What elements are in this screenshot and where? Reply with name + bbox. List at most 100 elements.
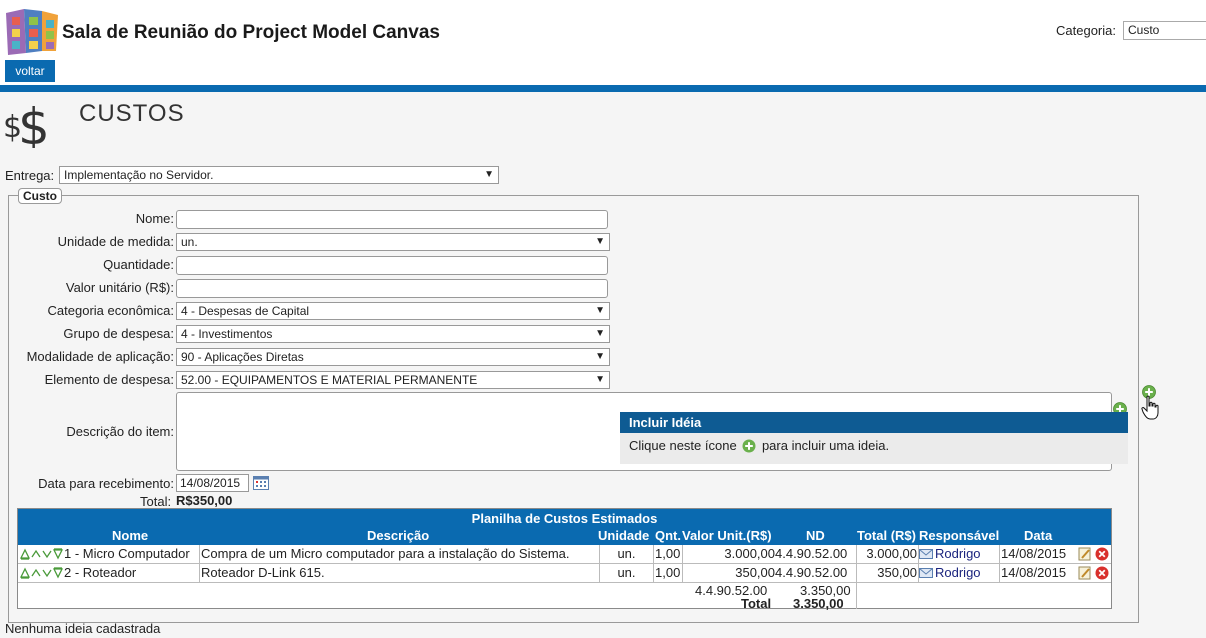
table-title: Planilha de Custos Estimados <box>471 511 658 526</box>
no-ideas-message: Nenhuma ideia cadastrada <box>5 621 161 636</box>
col-total: Total (R$) <box>857 528 916 543</box>
table-header: Planilha de Custos Estimados Nome Descri… <box>18 509 1111 545</box>
row-data: 14/08/2015 <box>1001 565 1067 580</box>
unidade-label: Unidade de medida: <box>57 234 174 249</box>
col-nd: ND <box>806 528 825 543</box>
row-nome: 1 - Micro Computador <box>64 546 190 561</box>
nome-label: Nome: <box>135 211 174 226</box>
row-responsavel[interactable]: Rodrigo <box>919 546 999 561</box>
modalidade-select[interactable]: 90 - Aplicações Diretas ▼ <box>176 348 610 366</box>
categoria-input[interactable]: Custo <box>1123 21 1206 40</box>
edit-icon[interactable] <box>1078 566 1092 580</box>
row-unidade: un. <box>617 546 636 561</box>
row-nome: 2 - Roteador <box>64 565 137 580</box>
col-descricao: Descrição <box>367 528 430 543</box>
tooltip-text-after: para incluir uma ideia. <box>761 438 890 453</box>
row-unidade: un. <box>617 565 636 580</box>
col-qnt: Qnt. <box>655 528 681 543</box>
cell-divider <box>999 564 1000 583</box>
delete-icon[interactable] <box>1095 547 1109 561</box>
dropdown-arrow-icon: ▼ <box>595 328 605 339</box>
responsavel-name: Rodrigo <box>935 546 981 561</box>
row-data: 14/08/2015 <box>1001 546 1067 561</box>
dropdown-arrow-icon: ▼ <box>595 374 605 385</box>
grupo-despesa-value: 4 - Investimentos <box>181 327 273 341</box>
delete-icon[interactable] <box>1095 566 1109 580</box>
dropdown-arrow-icon: ▼ <box>484 169 494 180</box>
plus-icon <box>742 439 756 453</box>
row-descricao: Roteador D-Link 615. <box>201 565 325 580</box>
mail-icon <box>919 549 933 559</box>
entrega-select-value: Implementação no Servidor. <box>64 168 214 182</box>
calendar-icon[interactable] <box>253 476 269 490</box>
elemento-despesa-select[interactable]: 52.00 - EQUIPAMENTOS E MATERIAL PERMANEN… <box>176 371 610 389</box>
cell-divider <box>199 545 200 564</box>
move-row-icons[interactable] <box>20 567 64 579</box>
categoria-label: Categoria: <box>1056 23 1116 38</box>
valor-unitario-input[interactable] <box>176 279 608 298</box>
elemento-despesa-label: Elemento de despesa: <box>44 372 174 387</box>
quantidade-label: Quantidade: <box>103 257 174 272</box>
col-unidade: Unidade <box>598 528 650 543</box>
cell-divider <box>999 545 1000 564</box>
col-responsavel: Responsável <box>919 528 1000 543</box>
summary-total-value: 3.350,00 <box>793 596 844 611</box>
cell-divider <box>653 564 654 583</box>
tooltip-body: Clique neste ícone para incluir uma idei… <box>629 438 889 453</box>
dropdown-arrow-icon: ▼ <box>595 305 605 316</box>
table-row[interactable]: 1 - Micro Computador Compra de um Micro … <box>18 545 1111 564</box>
modalidade-label: Modalidade de aplicação: <box>26 349 174 364</box>
elemento-despesa-value: 52.00 - EQUIPAMENTOS E MATERIAL PERMANEN… <box>181 373 478 387</box>
section-title: CUSTOS <box>79 100 185 127</box>
dropdown-arrow-icon: ▼ <box>595 236 605 247</box>
canvas-logo-icon <box>6 9 58 55</box>
row-total: 350,00 <box>877 565 917 580</box>
table-row[interactable]: 2 - Roteador Roteador D-Link 615. un. 1,… <box>18 564 1111 583</box>
col-nome: Nome <box>112 528 149 543</box>
hand-cursor-icon <box>1141 395 1159 420</box>
quantidade-input[interactable] <box>176 256 608 275</box>
grupo-despesa-select[interactable]: 4 - Investimentos ▼ <box>176 325 610 343</box>
descricao-label: Descrição do item: <box>66 424 174 439</box>
unidade-select-value: un. <box>181 235 198 249</box>
summary-total-label: Total <box>741 596 772 611</box>
header-divider <box>0 85 1206 92</box>
modalidade-value: 90 - Aplicações Diretas <box>181 350 304 364</box>
custo-legend: Custo <box>18 188 62 204</box>
data-recebimento-label: Data para recebimento: <box>38 476 174 491</box>
nome-input[interactable] <box>176 210 608 229</box>
data-recebimento-input[interactable]: 14/08/2015 <box>176 474 249 492</box>
entrega-select[interactable]: Implementação no Servidor. ▼ <box>59 166 499 184</box>
row-total: 3.000,00 <box>866 546 917 561</box>
dollar-icon: $ $ <box>3 98 50 148</box>
categoria-economica-value: 4 - Despesas de Capital <box>181 304 310 318</box>
row-responsavel[interactable]: Rodrigo <box>919 565 999 580</box>
valor-unitario-label: Valor unitário (R$): <box>65 280 174 295</box>
grupo-despesa-label: Grupo de despesa: <box>63 326 174 341</box>
row-nd: 4.4.90.52.00 <box>775 565 848 580</box>
cell-divider <box>856 583 857 609</box>
incluir-ideia-tooltip: Incluir Idéia Clique neste ícone para in… <box>620 412 1128 464</box>
responsavel-name: Rodrigo <box>935 565 981 580</box>
tooltip-text-before: Clique neste ícone <box>629 438 737 453</box>
cell-divider <box>653 545 654 564</box>
dropdown-arrow-icon: ▼ <box>595 351 605 362</box>
edit-icon[interactable] <box>1078 547 1092 561</box>
mail-icon <box>919 568 933 578</box>
total-value: R$350,00 <box>176 493 233 508</box>
move-row-icons[interactable] <box>20 548 64 560</box>
voltar-button[interactable]: voltar <box>5 60 55 82</box>
col-valor-unit: Valor Unit.(R$) <box>682 528 772 543</box>
svg-text:$: $ <box>18 98 50 148</box>
app-title: Sala de Reunião do Project Model Canvas <box>62 22 440 43</box>
categoria-economica-select[interactable]: 4 - Despesas de Capital ▼ <box>176 302 610 320</box>
tooltip-title: Incluir Idéia <box>620 412 1128 433</box>
row-qnt: 1,00 <box>655 546 681 561</box>
total-label: Total: <box>140 494 172 509</box>
planilha-custos-table: Planilha de Custos Estimados Nome Descri… <box>17 508 1112 611</box>
unidade-select[interactable]: un. ▼ <box>176 233 610 251</box>
row-descricao: Compra de um Micro computador para a ins… <box>201 546 570 561</box>
col-data: Data <box>1024 528 1053 543</box>
entrega-label: Entrega: <box>5 168 55 183</box>
row-qnt: 1,00 <box>655 565 681 580</box>
